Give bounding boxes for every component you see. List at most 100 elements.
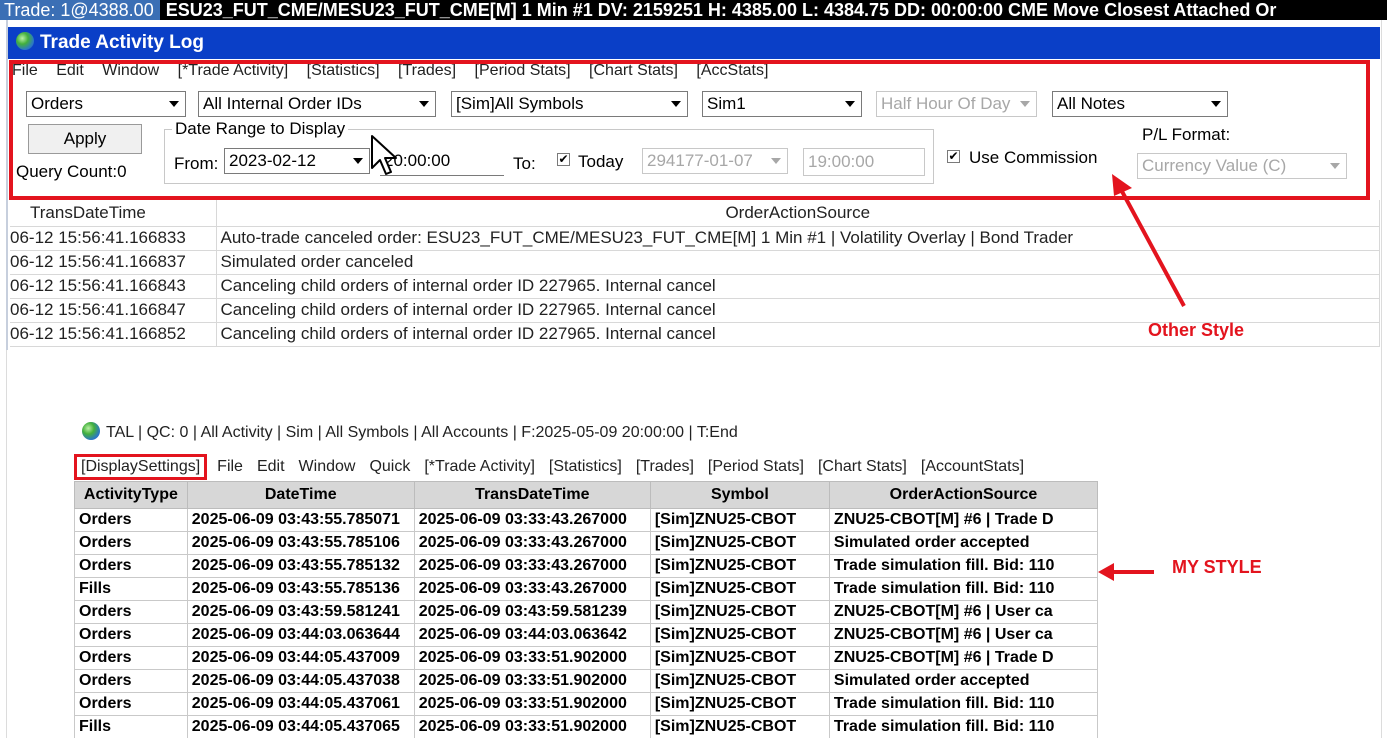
activity-type-cell: Orders [74,669,188,693]
trans-datetime-cell: 2025-06-09 03:33:51.902000 [413,715,651,738]
trans-time-cell: 06-12 15:56:41.166837 [10,250,217,275]
symbol-cell: [Sim]ZNU25-CBOT [649,531,830,555]
menu-window[interactable]: Window [299,458,356,475]
activity-type-cell: Orders [74,508,188,532]
window-title: Trade Activity Log [40,32,204,53]
source-cell: Trade simulation fill. Bid: 110 [828,715,1098,738]
tal-status-line: TAL | QC: 0 | All Activity | Sim | All S… [82,422,738,442]
table-row[interactable]: Orders 2025-06-09 03:43:55.785106 2025-06-… [74,531,1098,555]
activity-type-cell: Orders [74,600,188,624]
tal-status-text: TAL | QC: 0 | All Activity | Sim | All S… [106,424,738,442]
activity-type-cell: Fills [74,577,188,601]
table-row[interactable]: Fills 2025-06-09 03:43:55.785136 2025-06-0… [74,577,1098,601]
new-style-table: ActivityType DateTime TransDateTime Symb… [74,481,1098,738]
datetime-cell: 2025-06-09 03:44:05.437038 [186,669,415,693]
symbol-cell: [Sim]ZNU25-CBOT [649,600,830,624]
datetime-cell: 2025-06-09 03:44:05.437061 [186,692,415,716]
source-cell: ZNU25-CBOT[M] #6 | Trade D [828,646,1098,670]
source-cell: Trade simulation fill. Bid: 110 [828,554,1098,578]
table-row[interactable]: Fills 2025-06-09 03:44:05.437065 2025-06-0… [74,715,1098,738]
datetime-cell: 2025-06-09 03:44:03.063644 [186,623,415,647]
source-cell: Auto-trade canceled order: ESU23_FUT_CME… [216,226,1380,251]
trans-datetime-cell: 2025-06-09 03:33:43.267000 [413,554,651,578]
my-style-annotation: MY STYLE [1172,557,1262,577]
datetime-cell: 2025-06-09 03:44:05.437065 [186,715,415,738]
trans-time-cell: 06-12 15:56:41.166852 [10,322,217,347]
source-cell: ZNU25-CBOT[M] #6 | User ca [828,600,1098,624]
datetime-cell: 2025-06-09 03:44:05.437009 [186,646,415,670]
menu-edit[interactable]: Edit [257,458,285,475]
symbol-cell: [Sim]ZNU25-CBOT [649,554,830,578]
menu-account-stats[interactable]: [AccountStats] [921,458,1024,475]
activity-type-cell: Orders [74,531,188,555]
chart-info-text: ESU23_FUT_CME/MESU23_FUT_CME[M] 1 Min #1… [165,0,1277,20]
window-edge [6,350,7,738]
globe-icon [82,422,100,440]
trans-datetime-cell: 2025-06-09 03:33:43.267000 [413,577,651,601]
table-row[interactable]: Orders 2025-06-09 03:44:03.063644 2025-06-… [74,623,1098,647]
source-cell: Canceling child orders of internal order… [216,274,1380,299]
datetime-cell: 2025-06-09 03:43:55.785071 [186,508,415,532]
symbol-cell: [Sim]ZNU25-CBOT [649,669,830,693]
table-row[interactable]: Orders 2025-06-09 03:43:59.581241 2025-06-… [74,600,1098,624]
activity-type-cell: Orders [74,554,188,578]
table-row[interactable]: Orders 2025-06-09 03:44:05.437038 2025-06-… [74,669,1098,693]
trans-datetime-cell: 2025-06-09 03:44:03.063642 [413,623,651,647]
activity-type-cell: Orders [74,646,188,670]
menu-statistics[interactable]: [Statistics] [549,458,622,475]
column-header[interactable]: Symbol [649,481,830,509]
symbol-cell: [Sim]ZNU25-CBOT [649,646,830,670]
symbol-cell: [Sim]ZNU25-CBOT [649,577,830,601]
column-header[interactable]: TransDateTime [10,200,217,227]
menu-file[interactable]: File [217,458,243,475]
symbol-cell: [Sim]ZNU25-CBOT [649,623,830,647]
chart-title-bar: Trade: 1@4388.00 ESU23_FUT_CME/MESU23_FUT… [0,0,1387,20]
activity-type-cell: Orders [74,692,188,716]
table-row[interactable]: Orders 2025-06-09 03:44:05.437061 2025-06-… [74,692,1098,716]
source-cell: Simulated order canceled [216,250,1380,275]
column-header[interactable]: TransDateTime [413,481,651,509]
column-header[interactable]: ActivityType [74,481,188,509]
source-cell: ZNU25-CBOT[M] #6 | Trade D [828,508,1098,532]
symbol-cell: [Sim]ZNU25-CBOT [649,715,830,738]
activity-type-cell: Fills [74,715,188,738]
menu-chart-stats[interactable]: [Chart Stats] [818,458,907,475]
trans-datetime-cell: 2025-06-09 03:33:43.267000 [413,508,651,532]
table-row[interactable]: Orders 2025-06-09 03:43:55.785132 2025-06-… [74,554,1098,578]
trans-datetime-cell: 2025-06-09 03:33:43.267000 [413,531,651,555]
source-cell: Trade simulation fill. Bid: 110 [828,577,1098,601]
datetime-cell: 2025-06-09 03:43:59.581241 [186,600,415,624]
new-style-table-container[interactable]: ActivityType DateTime TransDateTime Symb… [74,481,1098,738]
table-row[interactable]: Orders 2025-06-09 03:43:55.785071 2025-06-… [74,508,1098,532]
table-row[interactable]: Orders 2025-06-09 03:44:05.437009 2025-06-… [74,646,1098,670]
datetime-cell: 2025-06-09 03:43:55.785132 [186,554,415,578]
datetime-cell: 2025-06-09 03:43:55.785136 [186,577,415,601]
old-window-titlebar[interactable]: Trade Activity Log [8,27,1380,59]
trans-time-cell: 06-12 15:56:41.166843 [10,274,217,299]
menu-quick[interactable]: Quick [369,458,410,475]
trans-datetime-cell: 2025-06-09 03:33:51.902000 [413,646,651,670]
source-cell: ZNU25-CBOT[M] #6 | User ca [828,623,1098,647]
globe-icon [16,31,34,50]
source-cell: Canceling child orders of internal order… [216,298,1380,323]
new-menubar: [DisplaySettings] File Edit Window Quick [*Tr… [74,454,1038,480]
menu-trades[interactable]: [Trades] [636,458,694,475]
datetime-cell: 2025-06-09 03:43:55.785106 [186,531,415,555]
column-header[interactable]: OrderActionSource [828,481,1098,509]
last-trade-label: Trade: 1@4388.00 [0,0,160,20]
annotation-arrow-icon [1112,174,1186,307]
symbol-cell: [Sim]ZNU25-CBOT [649,692,830,716]
other-style-annotation: Other Style [1148,320,1245,340]
display-settings-menu[interactable]: [DisplaySettings] [74,454,208,480]
symbol-cell: [Sim]ZNU25-CBOT [649,508,830,532]
trans-datetime-cell: 2025-06-09 03:43:59.581239 [413,600,651,624]
source-cell: Simulated order accepted [828,531,1098,555]
activity-type-cell: Orders [74,623,188,647]
column-header[interactable]: OrderActionSource [216,200,1380,227]
menu-trade-activity[interactable]: [*Trade Activity] [424,458,535,475]
menu-period-stats[interactable]: [Period Stats] [708,458,804,475]
annotation-arrow-icon [1098,563,1154,581]
trans-time-cell: 06-12 15:56:41.166833 [10,226,217,251]
trans-datetime-cell: 2025-06-09 03:33:51.902000 [413,692,651,716]
column-header[interactable]: DateTime [186,481,415,509]
